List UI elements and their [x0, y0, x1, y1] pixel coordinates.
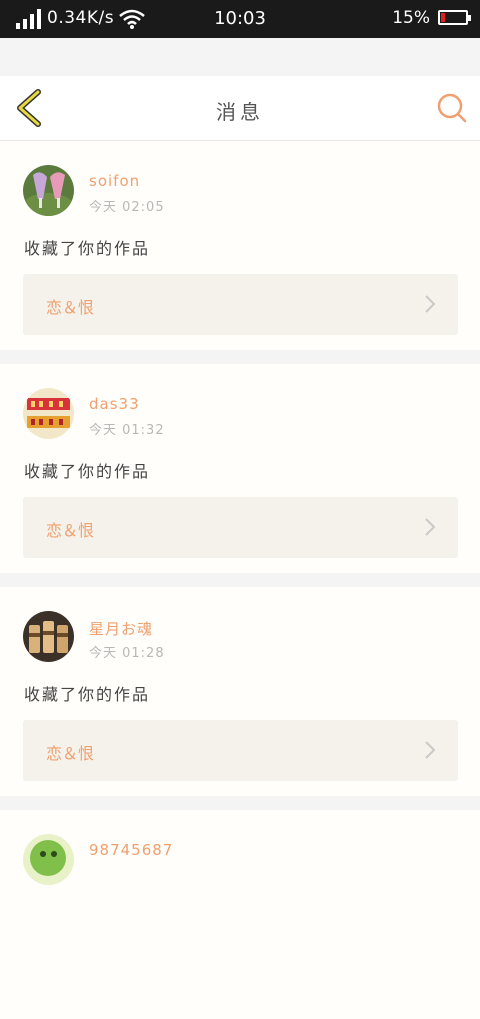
- username[interactable]: soifon: [89, 172, 140, 190]
- chevron-right-icon: [425, 295, 436, 313]
- page-title: 消息: [216, 100, 264, 124]
- username[interactable]: 星月お魂: [89, 618, 153, 639]
- username[interactable]: 98745687: [89, 841, 173, 859]
- avatar[interactable]: [23, 611, 74, 662]
- avatar[interactable]: [23, 834, 74, 885]
- work-link[interactable]: 恋＆恨: [23, 720, 458, 781]
- chevron-right-icon: [425, 518, 436, 536]
- message-card: soifon 今天 02:05 收藏了你的作品 恋＆恨: [0, 141, 480, 350]
- avatar[interactable]: [23, 165, 74, 216]
- action-text: 收藏了你的作品: [24, 239, 151, 258]
- avatar[interactable]: [23, 388, 74, 439]
- header: 消息: [0, 76, 480, 141]
- message-card: 星月お魂 今天 01:28 收藏了你的作品 恋＆恨: [0, 587, 480, 796]
- work-title: 恋＆恨: [46, 521, 95, 540]
- status-bar: 0.34K/s 10:03 15%: [0, 0, 480, 38]
- battery-icon: [438, 10, 471, 25]
- work-title: 恋＆恨: [46, 744, 95, 763]
- username[interactable]: das33: [89, 395, 140, 413]
- message-card: 98745687: [0, 810, 480, 1019]
- work-link[interactable]: 恋＆恨: [23, 274, 458, 335]
- battery-percent: 15%: [392, 8, 430, 28]
- timestamp: 今天 01:28: [89, 646, 165, 661]
- work-title: 恋＆恨: [46, 298, 95, 317]
- search-icon[interactable]: [436, 92, 468, 124]
- timestamp: 今天 02:05: [89, 200, 165, 215]
- timestamp: 今天 01:32: [89, 423, 165, 438]
- action-text: 收藏了你的作品: [24, 462, 151, 481]
- chevron-right-icon: [425, 741, 436, 759]
- work-link[interactable]: 恋＆恨: [23, 497, 458, 558]
- message-card: das33 今天 01:32 收藏了你的作品 恋＆恨: [0, 364, 480, 573]
- action-text: 收藏了你的作品: [24, 685, 151, 704]
